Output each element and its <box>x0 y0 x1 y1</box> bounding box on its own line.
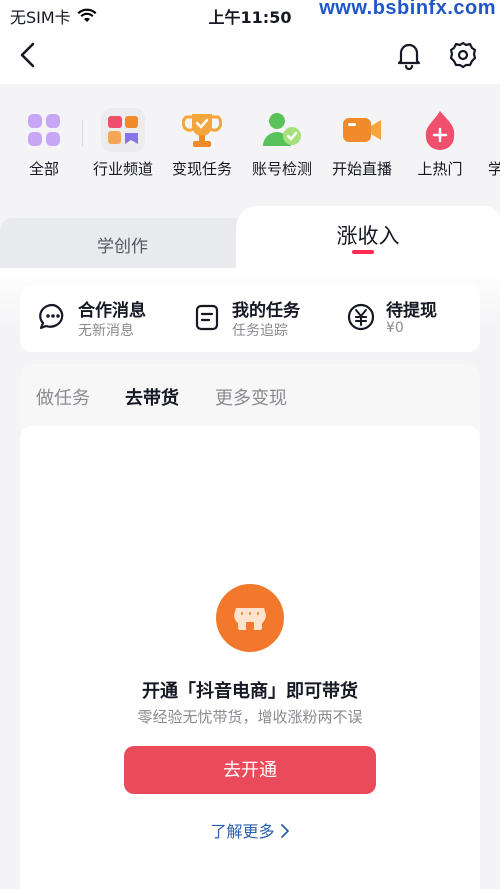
tab-label: 学创作 <box>97 237 148 257</box>
status-bar: 无SIM卡 上午11:50 www.bsbinfx.com <box>0 0 500 28</box>
shortcut-monetize-task[interactable]: 变现任务 <box>162 108 242 179</box>
chat-icon <box>39 303 64 330</box>
watermark: www.bsbinfx.com <box>319 0 496 20</box>
video-camera-icon <box>340 108 384 152</box>
tab-increase-income[interactable]: 涨收入 <box>236 206 500 268</box>
shortcut-all[interactable]: 全部 <box>4 108 84 179</box>
bell-icon <box>397 43 421 71</box>
learn-more-link[interactable]: 了解更多 <box>20 818 480 842</box>
pending-withdraw-item[interactable]: 待提现 ¥0 <box>346 294 466 344</box>
coop-messages-item[interactable]: 合作消息 无新消息 <box>38 294 178 344</box>
withdraw-amount: ¥0 <box>386 320 404 336</box>
shortcut-start-live[interactable]: 开始直播 <box>322 108 402 179</box>
flame-plus-icon <box>418 108 462 152</box>
shortcut-learn-partial[interactable]: 学 <box>476 108 500 179</box>
shortcut-hot[interactable]: 上热门 <box>400 108 480 179</box>
empty-subtitle: 零经验无忧带货，增收涨粉两不误 <box>137 708 363 726</box>
activate-button[interactable]: 去开通 <box>124 746 376 794</box>
back-button[interactable] <box>14 40 44 70</box>
user-check-icon <box>260 108 304 152</box>
subtab-sell-goods[interactable]: 去带货 <box>125 384 179 410</box>
shortcut-label: 上热门 <box>417 160 463 178</box>
shortcut-label: 开始直播 <box>331 160 392 178</box>
tasks-title: 我的任务 <box>232 301 300 321</box>
grid-icon <box>22 108 66 152</box>
subtab-do-tasks[interactable]: 做任务 <box>36 384 90 410</box>
coop-subtitle: 无新消息 <box>78 323 134 339</box>
empty-title: 开通「抖音电商」即可带货 <box>142 681 358 702</box>
shortcut-label: 行业频道 <box>92 160 153 178</box>
yen-icon <box>347 303 375 331</box>
coop-title: 合作消息 <box>78 301 146 321</box>
tab-learn-create[interactable]: 学创作 <box>0 218 250 268</box>
info-card: 合作消息 无新消息 我的任务 任务追踪 待提现 ¥0 <box>20 284 480 352</box>
chevron-left-icon <box>20 42 35 68</box>
shortcut-label: 学 <box>488 160 500 178</box>
trophy-icon <box>180 108 224 152</box>
learn-more-label: 了解更多 <box>210 822 275 841</box>
active-tab-indicator <box>352 250 374 254</box>
shortcut-label: 变现任务 <box>171 160 232 178</box>
withdraw-title: 待提现 <box>386 301 437 321</box>
empty-state-panel: 开通「抖音电商」即可带货 零经验无忧带货，增收涨粉两不误 去开通 了解更多 <box>20 426 480 889</box>
settings-button[interactable] <box>448 40 478 70</box>
clipboard-icon <box>195 304 219 331</box>
shortcut-row: 全部 行业频道 变现任务 账号检测 开始直播 上热门 学 <box>0 84 500 194</box>
nav-bar <box>0 28 500 84</box>
chevron-right-icon <box>280 824 289 838</box>
shop-icon <box>216 584 284 652</box>
shortcut-account-check[interactable]: 账号检测 <box>242 108 322 179</box>
channel-icon <box>101 108 145 152</box>
subtab-more-monetize[interactable]: 更多变现 <box>215 384 287 410</box>
shortcut-industry-channel[interactable]: 行业频道 <box>83 108 163 179</box>
tab-label: 涨收入 <box>336 224 400 248</box>
gear-icon <box>449 41 477 69</box>
shortcut-label: 全部 <box>28 160 59 178</box>
shortcut-label: 账号检测 <box>251 160 312 178</box>
my-tasks-item[interactable]: 我的任务 任务追踪 <box>192 294 332 344</box>
notification-button[interactable] <box>394 40 424 71</box>
main-tabs: 学创作 涨收入 <box>0 206 500 268</box>
tasks-subtitle: 任务追踪 <box>232 323 288 339</box>
monetize-card: 做任务 去带货 更多变现 开通「抖音电商」即可带货 零经验无忧带货，增收涨粉两不… <box>20 364 480 889</box>
